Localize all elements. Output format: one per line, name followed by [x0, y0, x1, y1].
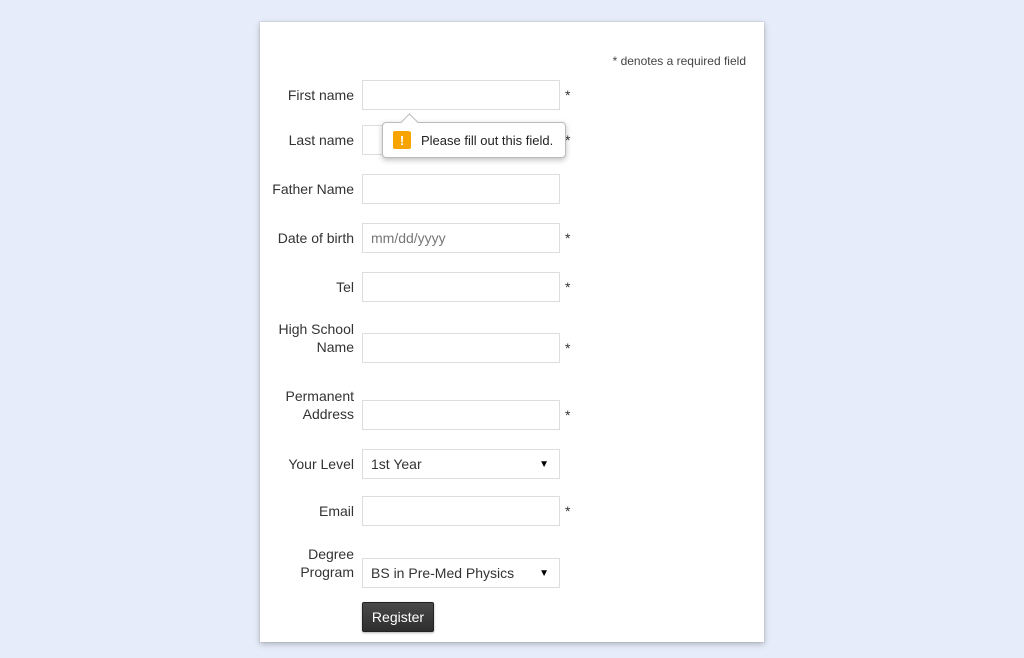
label-first-name: First name [260, 86, 354, 104]
label-dob: Date of birth [260, 229, 354, 247]
row-dob: Date of birth * [260, 223, 764, 253]
required-note: * denotes a required field [613, 54, 746, 68]
level-select-value: 1st Year [371, 456, 422, 472]
row-program: Degree Program BS in Pre-Med Physics ▼ [260, 558, 764, 588]
label-tel: Tel [260, 278, 354, 296]
required-marker: * [565, 407, 570, 423]
label-father-name: Father Name [260, 180, 354, 198]
tooltip-text: Please fill out this field. [421, 133, 553, 148]
level-select[interactable]: 1st Year ▼ [362, 449, 560, 479]
row-email: Email * [260, 496, 764, 526]
row-father-name: Father Name [260, 174, 764, 204]
first-name-input[interactable] [362, 80, 560, 110]
label-email: Email [260, 502, 354, 520]
row-tel: Tel * [260, 272, 764, 302]
required-marker: * [565, 279, 570, 295]
program-select[interactable]: BS in Pre-Med Physics ▼ [362, 558, 560, 588]
high-school-input[interactable] [362, 333, 560, 363]
program-select-value: BS in Pre-Med Physics [371, 565, 514, 581]
required-marker: * [565, 230, 570, 246]
label-address: Permanent Address [260, 387, 354, 423]
required-marker: * [565, 503, 570, 519]
address-input[interactable] [362, 400, 560, 430]
register-button[interactable]: Register [362, 602, 434, 632]
warning-icon: ! [393, 131, 411, 149]
row-level: Your Level 1st Year ▼ [260, 449, 764, 479]
required-marker: * [565, 340, 570, 356]
validation-tooltip: ! Please fill out this field. [382, 122, 566, 158]
dob-input[interactable] [362, 223, 560, 253]
tel-input[interactable] [362, 272, 560, 302]
label-last-name: Last name [260, 131, 354, 149]
chevron-down-icon: ▼ [539, 568, 549, 579]
label-high-school: High School Name [260, 320, 354, 356]
label-level: Your Level [260, 455, 354, 473]
label-program: Degree Program [260, 545, 354, 581]
form-card: * denotes a required field First name * … [260, 22, 764, 642]
email-input[interactable] [362, 496, 560, 526]
row-address: Permanent Address * [260, 400, 764, 430]
row-first-name: First name * [260, 80, 764, 110]
row-high-school: High School Name * [260, 333, 764, 363]
required-marker: * [565, 87, 570, 103]
chevron-down-icon: ▼ [539, 459, 549, 470]
father-name-input[interactable] [362, 174, 560, 204]
